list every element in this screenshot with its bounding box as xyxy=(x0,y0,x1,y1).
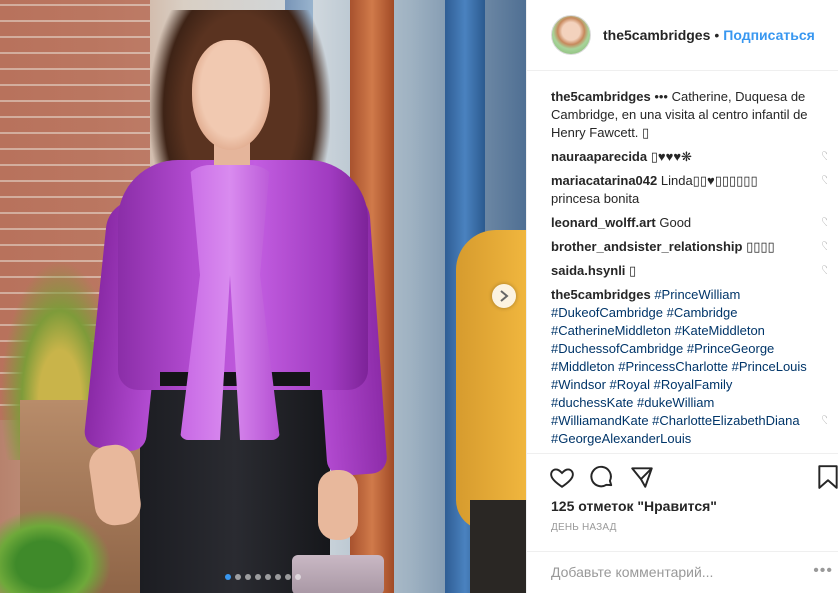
heart-icon[interactable] xyxy=(549,464,575,490)
comment-like-icon[interactable]: ♡ xyxy=(821,240,827,252)
comment-text: ▯♥♥♥❋ xyxy=(647,149,692,164)
post-sidebar: the5cambridges • Подписаться the5cambrid… xyxy=(526,0,838,593)
chevron-right-icon xyxy=(500,290,509,302)
comment-username[interactable]: nauraaparecida xyxy=(551,149,647,164)
more-options-button[interactable]: ••• xyxy=(813,562,833,580)
header-separator: • xyxy=(714,27,720,43)
next-slide-button[interactable] xyxy=(492,284,516,308)
list-item: saida.hsynli ▯ ♡ xyxy=(551,262,827,280)
caption: the5cambridges ••• Catherine, Duquesa de… xyxy=(551,88,827,142)
list-item: leonard_wolff.art Good ♡ xyxy=(551,214,827,232)
list-item: nauraaparecida ▯♥♥♥❋ ♡ xyxy=(551,148,827,166)
comment-username[interactable]: brother_andsister_relationship xyxy=(551,239,742,254)
comments-list[interactable]: the5cambridges ••• Catherine, Duquesa de… xyxy=(551,88,827,452)
carousel-dot xyxy=(265,574,271,580)
woman-right-hand xyxy=(318,470,358,540)
comment-username[interactable]: saida.hsynli xyxy=(551,263,625,278)
comment-like-icon[interactable]: ♡ xyxy=(821,264,827,276)
comment-text: ▯ xyxy=(625,263,637,278)
comment-like-icon[interactable]: ♡ xyxy=(821,414,827,426)
carousel-dot xyxy=(275,574,281,580)
carousel-dot xyxy=(235,574,241,580)
person-yellow-sweater xyxy=(456,230,526,530)
comment-like-icon[interactable]: ♡ xyxy=(821,174,827,186)
woman-belt xyxy=(160,372,310,386)
share-icon[interactable] xyxy=(629,464,655,490)
list-item: the5cambridges #PrinceWilliam #DukeofCam… xyxy=(551,286,827,448)
header-username[interactable]: the5cambridges xyxy=(603,27,710,43)
caption-username[interactable]: the5cambridges xyxy=(551,89,651,104)
comment-input[interactable] xyxy=(551,562,791,582)
carousel-indicator xyxy=(0,574,526,580)
comment-username[interactable]: mariacatarina042 xyxy=(551,173,657,188)
comment-like-icon[interactable]: ♡ xyxy=(821,150,827,162)
bookmark-icon[interactable] xyxy=(817,464,838,490)
comment-like-icon[interactable]: ♡ xyxy=(821,216,827,228)
hashtags[interactable]: #PrinceWilliam #DukeofCambridge #Cambrid… xyxy=(551,287,807,446)
carousel-dot xyxy=(285,574,291,580)
follow-button[interactable]: Подписаться xyxy=(723,27,815,43)
carousel-dot xyxy=(255,574,261,580)
avatar[interactable] xyxy=(551,15,591,55)
comment-username[interactable]: the5cambridges xyxy=(551,287,651,302)
comment-username[interactable]: leonard_wolff.art xyxy=(551,215,656,230)
comment-text: ▯▯▯▯ xyxy=(742,239,775,254)
action-bar xyxy=(527,453,838,497)
post-time: ДЕНЬ НАЗАД xyxy=(551,522,617,533)
carousel-dot xyxy=(245,574,251,580)
plant-foreground xyxy=(0,510,110,593)
carousel-dot xyxy=(295,574,301,580)
post-header: the5cambridges • Подписаться xyxy=(527,0,838,71)
list-item: mariacatarina042 Linda▯▯♥▯▯▯▯▯▯ princesa… xyxy=(551,172,827,208)
like-count[interactable]: 125 отметок "Нравится" xyxy=(551,498,717,514)
woman-face xyxy=(192,40,270,150)
list-item: brother_andsister_relationship ▯▯▯▯ ♡ xyxy=(551,238,827,256)
add-comment-bar: ••• xyxy=(527,551,838,593)
post-photo[interactable] xyxy=(0,0,526,593)
carousel-dot xyxy=(225,574,231,580)
comment-text: Good xyxy=(655,215,692,230)
comment-bubble-icon[interactable] xyxy=(589,464,615,490)
